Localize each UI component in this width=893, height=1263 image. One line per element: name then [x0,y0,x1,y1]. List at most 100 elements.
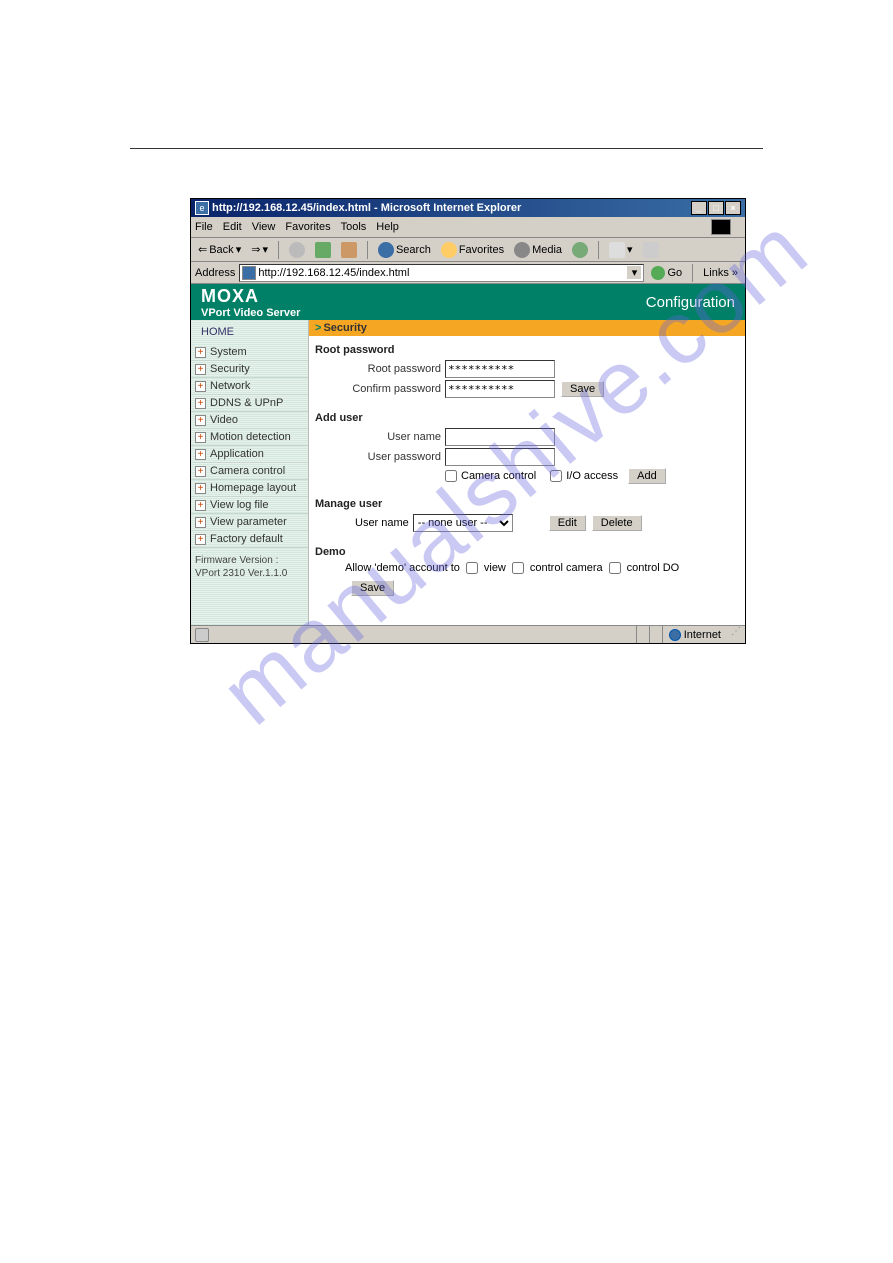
add-user-heading: Add user [315,412,739,424]
page-title: Configuration [646,294,735,311]
demo-control-camera-checkbox[interactable] [512,562,524,574]
address-dropdown[interactable]: ▾ [627,266,641,279]
sidebar-item-motion-detection[interactable]: +Motion detection [191,429,308,446]
save-demo-button[interactable]: Save [351,580,394,596]
ie-throbber-icon [711,219,731,235]
user-password-input[interactable] [445,448,555,466]
expand-icon: + [195,432,206,443]
demo-heading: Demo [315,546,739,558]
brand-subtitle: VPort Video Server [201,307,300,319]
camera-control-label: Camera control [461,470,536,482]
sidebar-item-homepage-layout[interactable]: +Homepage layout [191,480,308,497]
mail-button[interactable]: ▾ [606,241,636,259]
manage-user-select[interactable]: -- none user -- [413,514,513,532]
sidebar-item-view-log-file[interactable]: +View log file [191,497,308,514]
root-password-label: Root password [315,363,445,375]
page-divider [130,148,763,149]
expand-icon: + [195,483,206,494]
menu-tools[interactable]: Tools [341,221,367,233]
minimize-button[interactable]: _ [691,201,707,215]
stop-button[interactable] [286,241,308,259]
edit-user-button[interactable]: Edit [549,515,586,531]
menu-file[interactable]: File [195,221,213,233]
demo-allow-label: Allow 'demo' account to [345,562,460,574]
sidebar-item-video[interactable]: +Video [191,412,308,429]
media-icon [514,242,530,258]
stop-icon [289,242,305,258]
print-button[interactable] [640,241,662,259]
back-arrow-icon: ⇐ [198,243,207,256]
sidebar: HOME +System +Security +Network +DDNS & … [191,320,309,625]
separator [692,264,693,282]
separator [367,241,368,259]
delete-user-button[interactable]: Delete [592,515,642,531]
expand-icon: + [195,500,206,511]
sidebar-item-ddns-upnp[interactable]: +DDNS & UPnP [191,395,308,412]
save-root-password-button[interactable]: Save [561,381,604,397]
menu-view[interactable]: View [252,221,276,233]
links-button[interactable]: Links » [700,267,741,279]
expand-icon: + [195,364,206,375]
menu-favorites[interactable]: Favorites [285,221,330,233]
maximize-button[interactable]: □ [708,201,724,215]
confirm-password-input[interactable] [445,380,555,398]
go-icon [651,266,665,280]
add-user-button[interactable]: Add [628,468,666,484]
expand-icon: + [195,415,206,426]
search-icon [378,242,394,258]
browser-window: e http://192.168.12.45/index.html - Micr… [190,198,746,644]
sidebar-item-system[interactable]: +System [191,344,308,361]
main-panel: >Security Root password Root password Co… [309,320,745,625]
demo-control-do-checkbox[interactable] [609,562,621,574]
sidebar-item-factory-default[interactable]: +Factory default [191,531,308,548]
address-input[interactable] [258,267,627,279]
root-password-input[interactable] [445,360,555,378]
address-label: Address [195,267,235,279]
search-button[interactable]: Search [375,241,434,259]
confirm-password-label: Confirm password [315,383,445,395]
expand-icon: + [195,534,206,545]
media-button[interactable]: Media [511,241,565,259]
menu-help[interactable]: Help [376,221,399,233]
forward-arrow-icon: ⇒ [251,243,260,256]
sidebar-item-network[interactable]: +Network [191,378,308,395]
home-button[interactable] [338,241,360,259]
sidebar-item-camera-control[interactable]: +Camera control [191,463,308,480]
menu-edit[interactable]: Edit [223,221,242,233]
brand-text: MOXA [201,286,300,307]
demo-view-checkbox[interactable] [466,562,478,574]
sidebar-item-view-parameter[interactable]: +View parameter [191,514,308,531]
forward-button[interactable]: ⇒▾ [248,242,271,257]
sidebar-item-security[interactable]: +Security [191,361,308,378]
refresh-icon [315,242,331,258]
io-access-checkbox[interactable] [550,470,562,482]
demo-control-camera-label: control camera [530,562,603,574]
camera-control-checkbox[interactable] [445,470,457,482]
back-button[interactable]: ⇐ Back ▾ [195,242,244,257]
user-name-input[interactable] [445,428,555,446]
go-button[interactable]: Go [648,266,685,280]
form-area: Root password Root password Confirm pass… [309,336,745,600]
demo-control-do-label: control DO [627,562,680,574]
expand-icon: + [195,398,206,409]
status-zone: Internet [662,626,727,643]
expand-icon: + [195,517,206,528]
user-name-label: User name [315,431,445,443]
expand-icon: + [195,381,206,392]
statusbar: Internet ⋰ [191,625,745,643]
toolbar: ⇐ Back ▾ ⇒▾ Search Favorites Media ▾ [191,238,745,262]
close-button[interactable]: × [725,201,741,215]
expand-icon: + [195,449,206,460]
history-icon [572,242,588,258]
sidebar-home[interactable]: HOME [191,320,308,344]
history-button[interactable] [569,241,591,259]
print-icon [643,242,659,258]
address-input-wrap[interactable]: ▾ [239,264,644,282]
app-body: HOME +System +Security +Network +DDNS & … [191,320,745,625]
breadcrumb: >Security [309,320,745,336]
refresh-button[interactable] [312,241,334,259]
favorites-button[interactable]: Favorites [438,241,507,259]
resize-grip[interactable]: ⋰ [727,628,741,642]
status-cell [636,626,649,643]
sidebar-item-application[interactable]: +Application [191,446,308,463]
